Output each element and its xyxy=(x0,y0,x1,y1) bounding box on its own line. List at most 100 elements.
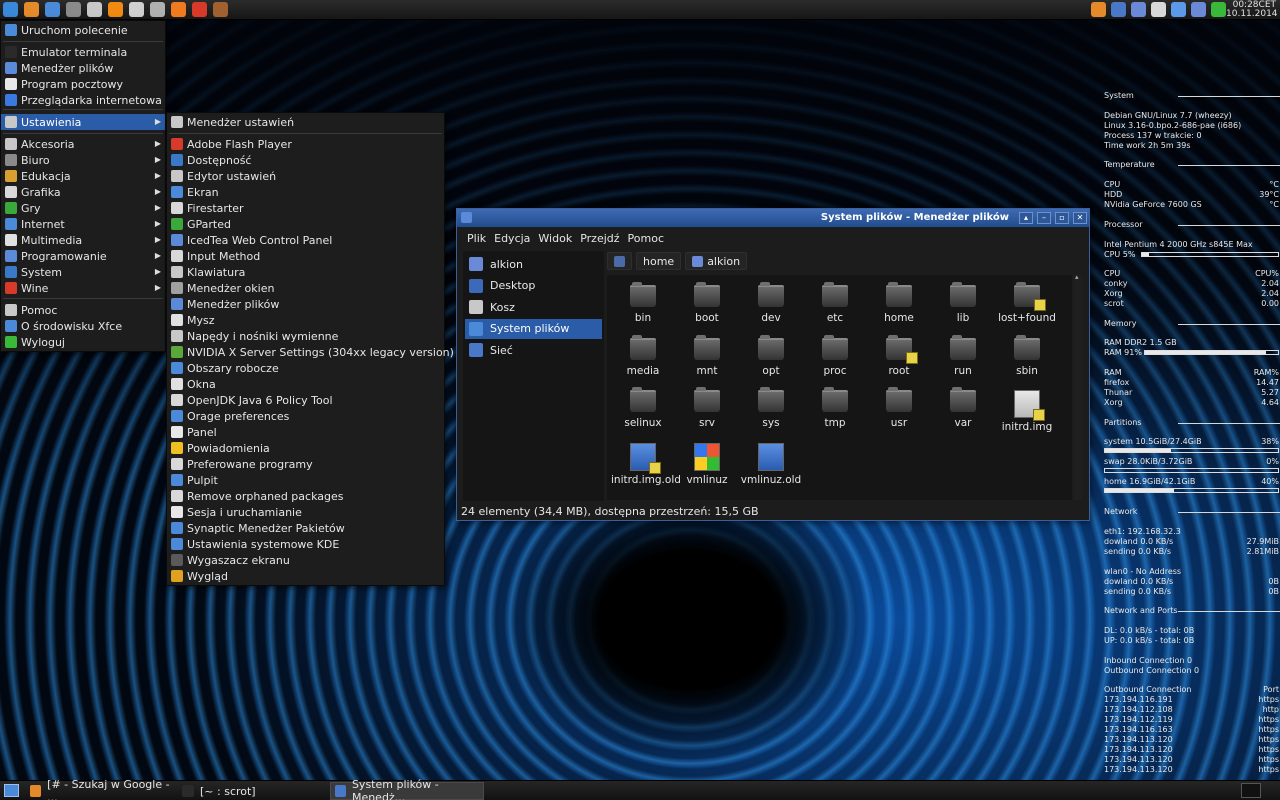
menu-item-wyloguj[interactable]: Wyloguj xyxy=(1,334,165,350)
menu-item-ustawienia[interactable]: Ustawienia ▶ xyxy=(1,114,165,130)
menu-item-ustawienia-systemowe-kde[interactable]: Ustawienia systemowe KDE xyxy=(167,536,444,552)
menu-item-programowanie[interactable]: Programowanie ▶ xyxy=(1,248,165,264)
menu-item-system[interactable]: System ▶ xyxy=(1,264,165,280)
file-item[interactable]: run xyxy=(931,334,995,377)
menu-item-pomoc[interactable]: Pomoc xyxy=(1,302,165,318)
menu-item-internet[interactable]: Internet ▶ xyxy=(1,216,165,232)
menu-item-uruchom-polecenie[interactable]: Uruchom polecenie xyxy=(1,22,165,38)
launcher-inkscape[interactable] xyxy=(126,0,147,20)
menu-item-pulpit[interactable]: Pulpit xyxy=(167,472,444,488)
launcher-wine[interactable] xyxy=(147,0,168,20)
menu-item-okna[interactable]: Okna xyxy=(167,376,444,392)
path-root-button[interactable] xyxy=(607,252,632,270)
network-tray-icon[interactable] xyxy=(1191,2,1206,17)
menu-item-icedtea-web-control-panel[interactable]: IcedTea Web Control Panel xyxy=(167,232,444,248)
menu-item-menedzer-ustawien[interactable]: Menedżer ustawień xyxy=(167,114,444,130)
menu-item-firestarter[interactable]: Firestarter xyxy=(167,200,444,216)
file-item[interactable]: root xyxy=(867,334,931,377)
workspace-switcher[interactable] xyxy=(1241,783,1261,798)
launcher-game[interactable] xyxy=(210,0,231,20)
menu-item-menedzer-plikow[interactable]: Menedżer plików xyxy=(167,296,444,312)
file-item[interactable]: lib xyxy=(931,282,995,324)
clock[interactable]: 00:28CET 10.11.2014 xyxy=(1226,1,1278,19)
taskbar-button[interactable]: System plików - Menedż... xyxy=(330,778,484,800)
menu-item-preferowane-programy[interactable]: Preferowane programy xyxy=(167,456,444,472)
file-item[interactable]: usr xyxy=(867,387,931,429)
file-item[interactable]: srv xyxy=(675,387,739,429)
menu-item-wygaszacz-ekranu[interactable]: Wygaszacz ekranu xyxy=(167,552,444,568)
launcher-firefox[interactable] xyxy=(21,0,42,20)
menu-item-adobe-flash-player[interactable]: Adobe Flash Player xyxy=(167,136,444,152)
file-item[interactable]: selinux xyxy=(611,387,675,429)
menu-item-gry[interactable]: Gry ▶ xyxy=(1,200,165,216)
file-item[interactable]: etc xyxy=(803,282,867,324)
file-item[interactable]: bin xyxy=(611,282,675,324)
menu-item-nvidia-x-server-settings-304xx-legacy-version[interactable]: NVIDIA X Server Settings (304xx legacy v… xyxy=(167,344,454,360)
menu-item-mysz[interactable]: Mysz xyxy=(167,312,444,328)
show-desktop-icon[interactable] xyxy=(4,784,19,797)
launcher-blender[interactable] xyxy=(168,0,189,20)
menu-item-emulator-terminala[interactable]: Emulator terminala xyxy=(1,44,165,60)
menubar-widok[interactable]: Widok xyxy=(538,232,572,245)
menu-item-remove-orphaned-packages[interactable]: Remove orphaned packages xyxy=(167,488,444,504)
menu-item-orage-preferences[interactable]: Orage preferences xyxy=(167,408,444,424)
menu-item-klawiatura[interactable]: Klawiatura xyxy=(167,264,444,280)
launcher-browser[interactable] xyxy=(42,0,63,20)
menu-item-wyglad[interactable]: Wygląd xyxy=(167,568,444,584)
file-item[interactable]: initrd.img.old xyxy=(611,442,681,486)
menu-item-gparted[interactable]: GParted xyxy=(167,216,444,232)
window-titlebar[interactable]: System plików - Menedżer plików ▴ – ▫ ✕ xyxy=(457,209,1089,227)
menu-item-panel[interactable]: Panel xyxy=(167,424,444,440)
settings-tray-icon[interactable] xyxy=(1171,2,1186,17)
launcher-warning[interactable] xyxy=(189,0,210,20)
file-item[interactable]: var xyxy=(931,387,995,429)
menu-item-dostepnosc[interactable]: Dostępność xyxy=(167,152,444,168)
menu-item-sesja-i-uruchamianie[interactable]: Sesja i uruchamianie xyxy=(167,504,444,520)
menubar-pomoc[interactable]: Pomoc xyxy=(628,232,664,245)
file-item[interactable]: home xyxy=(867,282,931,324)
file-item[interactable]: boot xyxy=(675,282,739,324)
launcher-vlc[interactable] xyxy=(105,0,126,20)
sidebar-item-siec[interactable]: Sieć xyxy=(465,340,602,360)
menu-item-powiadomienia[interactable]: Powiadomienia xyxy=(167,440,444,456)
menu-item-menedzer-plikow[interactable]: Menedżer plików xyxy=(1,60,165,76)
menu-item-przegladarka-internetowa[interactable]: Przeglądarka internetowa xyxy=(1,92,165,108)
file-item[interactable]: sys xyxy=(739,387,803,429)
menu-item-obszary-robocze[interactable]: Obszary robocze xyxy=(167,360,444,376)
sidebar-item-system-plikow[interactable]: System plików xyxy=(465,318,602,339)
maximize-button[interactable]: ▫ xyxy=(1055,212,1069,224)
launcher-steam[interactable] xyxy=(63,0,84,20)
file-item[interactable]: dev xyxy=(739,282,803,324)
firefox-tray-icon[interactable] xyxy=(1091,2,1106,17)
taskbar-button[interactable]: [# - Szukaj w Google - ... xyxy=(26,778,174,800)
window-menu-icon[interactable] xyxy=(461,212,472,223)
update-tray-icon[interactable] xyxy=(1211,2,1226,17)
menubar-przejdz[interactable]: Przejdź xyxy=(580,232,619,245)
file-item[interactable]: proc xyxy=(803,334,867,377)
file-item[interactable]: sbin xyxy=(995,334,1059,377)
menu-item-wine[interactable]: Wine ▶ xyxy=(1,280,165,296)
menu-item-multimedia[interactable]: Multimedia ▶ xyxy=(1,232,165,248)
launcher-xfce-mouse[interactable] xyxy=(0,0,21,20)
menu-item-grafika[interactable]: Grafika ▶ xyxy=(1,184,165,200)
sidebar-item-desktop[interactable]: Desktop xyxy=(465,276,602,296)
menu-item-akcesoria[interactable]: Akcesoria ▶ xyxy=(1,136,165,152)
menu-item-edukacja[interactable]: Edukacja ▶ xyxy=(1,168,165,184)
path-home-button[interactable]: home xyxy=(636,252,682,270)
menu-item-o-srodowisku-xfce[interactable]: O środowisku Xfce xyxy=(1,318,165,334)
menu-item-napedy-i-nosniki-wymienne[interactable]: Napędy i nośniki wymienne xyxy=(167,328,444,344)
menu-item-edytor-ustawien[interactable]: Edytor ustawień xyxy=(167,168,444,184)
file-item[interactable]: mnt xyxy=(675,334,739,377)
menu-item-menedzer-okien[interactable]: Menedżer okien xyxy=(167,280,444,296)
launcher-archive[interactable] xyxy=(84,0,105,20)
sidebar-item-kosz[interactable]: Kosz xyxy=(465,297,602,317)
menubar-edycja[interactable]: Edycja xyxy=(494,232,530,245)
drive-tray-icon[interactable] xyxy=(1131,2,1146,17)
notes-tray-icon[interactable] xyxy=(1151,2,1166,17)
menu-item-ekran[interactable]: Ekran xyxy=(167,184,444,200)
menubar-plik[interactable]: Plik xyxy=(467,232,486,245)
mail-tray-icon[interactable] xyxy=(1111,2,1126,17)
close-button[interactable]: ✕ xyxy=(1073,212,1087,224)
menu-item-biuro[interactable]: Biuro ▶ xyxy=(1,152,165,168)
minimize-button[interactable]: – xyxy=(1037,212,1051,224)
